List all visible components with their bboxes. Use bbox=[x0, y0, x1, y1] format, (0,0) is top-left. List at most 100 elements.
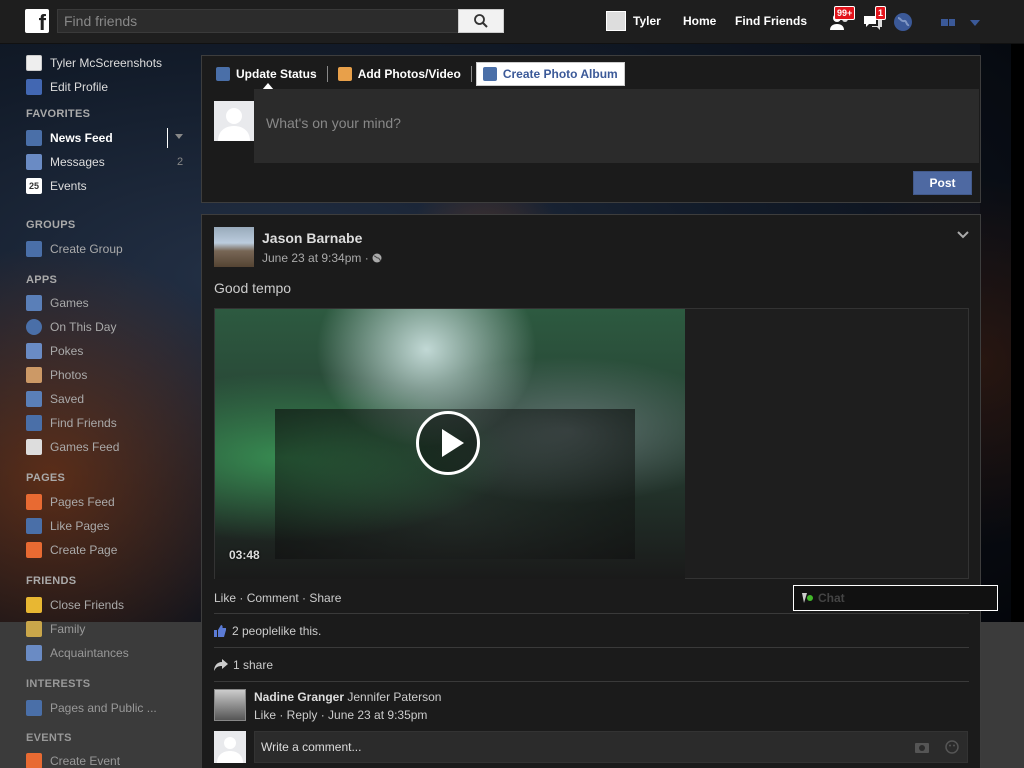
tab-create-album[interactable]: Create Photo Album bbox=[475, 62, 625, 86]
share-arrow-icon bbox=[214, 659, 228, 671]
poke-icon bbox=[26, 343, 42, 359]
video-player[interactable]: 03:48 bbox=[215, 309, 685, 579]
rss-icon bbox=[26, 700, 42, 716]
sidebar-profile-label: Tyler McScreenshots bbox=[50, 56, 163, 70]
commenter-name[interactable]: Nadine Granger bbox=[254, 690, 344, 704]
sidebar-item-family[interactable]: Family bbox=[26, 620, 85, 638]
composer-avatar bbox=[214, 101, 254, 141]
sidebar-item-events[interactable]: 25 Events bbox=[26, 177, 87, 195]
notifications-button[interactable] bbox=[893, 12, 913, 35]
author-avatar[interactable] bbox=[214, 227, 254, 267]
sidebar-edit-profile[interactable]: Edit Profile bbox=[26, 78, 108, 96]
home-link[interactable]: Home bbox=[683, 14, 716, 28]
sidebar-item-acquaintances[interactable]: Acquaintances bbox=[26, 644, 129, 662]
sidebar-item-games[interactable]: Games bbox=[26, 294, 89, 312]
games-icon bbox=[26, 295, 42, 311]
tab-add-photos[interactable]: Add Photos/Video bbox=[332, 62, 467, 86]
shares-link[interactable]: 1 share bbox=[233, 658, 273, 672]
divider bbox=[214, 647, 969, 648]
sidebar-item-create-page[interactable]: Create Page bbox=[26, 541, 117, 559]
favorites-header: FAVORITES bbox=[26, 108, 91, 120]
account-menu-button[interactable] bbox=[940, 14, 981, 31]
sidebar-item-find-friends[interactable]: Find Friends bbox=[26, 414, 117, 432]
news-feed-icon bbox=[26, 130, 42, 146]
search-button[interactable] bbox=[458, 9, 504, 33]
likes-suffix: like this. bbox=[278, 624, 322, 638]
sidebar-item-pages-public[interactable]: Pages and Public ... bbox=[26, 699, 157, 717]
thumbs-up-icon bbox=[26, 518, 42, 534]
sidebar-item-pages-feed[interactable]: Pages Feed bbox=[26, 493, 115, 511]
find-friends-link[interactable]: Find Friends bbox=[735, 14, 807, 28]
default-avatar-icon bbox=[218, 108, 250, 141]
status-composer: Update Status Add Photos/Video Create Ph… bbox=[201, 55, 981, 203]
search-input[interactable] bbox=[57, 9, 459, 33]
story-actions: Like · Comment · Share bbox=[214, 591, 342, 605]
sidebar-item-label: Acquaintances bbox=[50, 646, 129, 660]
sidebar-item-close-friends[interactable]: Close Friends bbox=[26, 596, 124, 614]
facebook-logo[interactable]: f bbox=[25, 9, 49, 33]
comment-text[interactable]: Jennifer Paterson bbox=[347, 690, 441, 704]
sidebar-item-label: Like Pages bbox=[50, 519, 110, 533]
people-icon bbox=[26, 645, 42, 661]
comment-actions[interactable]: Like · Reply · June 23 at 9:35pm bbox=[254, 708, 427, 722]
post-button[interactable]: Post bbox=[913, 171, 972, 195]
share-link[interactable]: Share bbox=[309, 591, 341, 605]
tab-label: Add Photos/Video bbox=[357, 67, 461, 81]
profile-avatar[interactable] bbox=[606, 11, 626, 31]
sidebar-item-on-this-day[interactable]: On This Day bbox=[26, 318, 116, 336]
sidebar-item-messages[interactable]: Messages bbox=[26, 153, 105, 171]
emoji-icon[interactable] bbox=[945, 740, 959, 754]
photos-icon bbox=[26, 367, 42, 383]
sidebar-item-create-event[interactable]: Create Event bbox=[26, 752, 120, 768]
chevron-down-icon[interactable] bbox=[957, 231, 969, 239]
comment-link[interactable]: Comment bbox=[247, 591, 299, 605]
comment-input[interactable]: Write a comment... bbox=[254, 731, 968, 763]
sidebar-item-news-feed[interactable]: News Feed bbox=[26, 129, 113, 147]
sidebar-item-pokes[interactable]: Pokes bbox=[26, 342, 83, 360]
lock-icon bbox=[941, 19, 955, 26]
sidebar-item-games-feed[interactable]: Games Feed bbox=[26, 438, 119, 456]
post-time[interactable]: June 23 at 9:34pm · bbox=[262, 251, 372, 265]
flag-icon bbox=[26, 494, 42, 510]
play-icon[interactable] bbox=[416, 411, 480, 475]
sidebar-item-label: Events bbox=[50, 179, 87, 193]
house-icon bbox=[26, 621, 42, 637]
chat-tab[interactable]: Chat bbox=[793, 585, 998, 611]
groups-header: GROUPS bbox=[26, 219, 76, 231]
news-feed-options-icon[interactable] bbox=[175, 134, 183, 140]
top-bar: f Tyler Home Find Friends 99+ 1 bbox=[0, 0, 1024, 44]
likes-count-link[interactable]: 2 people bbox=[232, 624, 278, 638]
sidebar-item-like-pages[interactable]: Like Pages bbox=[26, 517, 109, 535]
messages-count: 2 bbox=[177, 156, 184, 168]
sidebar-item-saved[interactable]: Saved bbox=[26, 390, 84, 408]
search-icon bbox=[474, 14, 488, 28]
globe-icon bbox=[894, 13, 912, 31]
sidebar-item-label: News Feed bbox=[50, 131, 113, 145]
globe-icon bbox=[372, 253, 382, 263]
divider bbox=[214, 613, 969, 614]
sidebar-item-label: Family bbox=[50, 622, 86, 636]
post-text: Good tempo bbox=[214, 280, 292, 296]
status-placeholder: What's on your mind? bbox=[266, 115, 401, 131]
author-name[interactable]: Jason Barnabe bbox=[262, 230, 362, 246]
sidebar-item-create-group[interactable]: Create Group bbox=[26, 240, 123, 258]
star-icon bbox=[26, 597, 42, 613]
news-feed-indicator bbox=[167, 128, 168, 148]
like-link[interactable]: Like bbox=[214, 591, 236, 605]
profile-icon bbox=[26, 55, 42, 71]
friend-requests-button[interactable]: 99+ bbox=[829, 6, 856, 35]
messages-button[interactable]: 1 bbox=[862, 6, 887, 35]
comment-placeholder: Write a comment... bbox=[261, 740, 362, 754]
status-input[interactable]: What's on your mind? bbox=[254, 89, 979, 163]
camera-icon[interactable] bbox=[915, 741, 929, 753]
chevron-down-icon bbox=[970, 20, 981, 26]
sidebar-item-photos[interactable]: Photos bbox=[26, 366, 87, 384]
tab-divider bbox=[326, 66, 328, 82]
commenter-avatar[interactable] bbox=[214, 689, 246, 721]
clock-icon bbox=[26, 319, 42, 335]
sidebar-item-label: Create Page bbox=[50, 543, 118, 557]
tab-label: Update Status bbox=[236, 67, 317, 81]
profile-name-link[interactable]: Tyler bbox=[633, 14, 661, 28]
sidebar-item-label: Pages and Public ... bbox=[50, 701, 157, 715]
sidebar-profile[interactable]: Tyler McScreenshots bbox=[26, 54, 162, 72]
